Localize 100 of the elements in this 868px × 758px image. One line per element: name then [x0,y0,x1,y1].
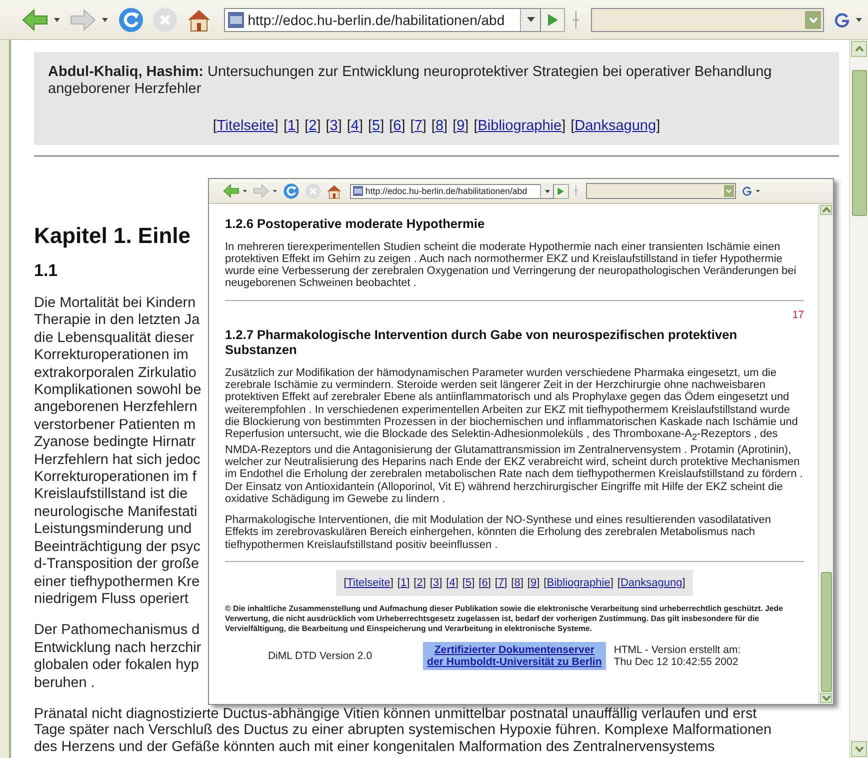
chevron-down-icon [726,189,732,193]
nav-link[interactable]: Titelseite [216,118,274,134]
caret-icon [526,17,535,22]
version-label: DiML DTD Version 2.0 [266,650,374,662]
nav-entry: [3] [430,577,442,590]
nav-entry: [6] [389,118,406,135]
text-line: niedrigem Fluss operiert [34,590,188,608]
history-dropdown[interactable] [520,8,540,30]
text-line: beruhen . [34,674,95,692]
scroll-down-button[interactable] [820,693,832,703]
nav-link[interactable]: 8 [514,577,520,590]
text-line: Tage später nach Verschluß des Ductus zu einer abrupten systemischen Hypoxie führen. Komplexe Malformationen [34,722,772,739]
scroll-up-button[interactable] [851,41,867,57]
dropdown-button[interactable] [805,10,822,28]
section-heading: 1.2.7 Pharmakologische Intervention durch Gabe von neurospezifischen protektiven Substanzen [225,326,738,358]
nav-entry: [3] [326,118,342,135]
chevron-icon [854,46,864,52]
reload-button[interactable] [283,182,300,200]
home-button[interactable] [186,8,212,32]
nav-link[interactable]: 5 [372,118,380,134]
scrollbar-thumb[interactable] [820,572,832,692]
section-heading: 1.1 [34,261,58,281]
reload-button[interactable] [118,6,144,32]
text-line: verstorbener Patienten m [34,416,196,434]
text-line: Leistungsminderung und [34,521,192,539]
nav-entry: [Bibliographie] [474,118,566,135]
nav-link[interactable]: 2 [308,118,317,134]
nav-entry: [Titelseite] [212,118,278,135]
forward-button[interactable] [70,8,96,30]
chevron-icon [822,695,830,701]
site-icon [352,186,363,196]
chevron-down-icon [808,16,818,22]
grip-icon[interactable] [572,10,579,28]
search-field[interactable] [590,8,824,32]
page-number: 17 [791,308,804,321]
scrollbar-thumb[interactable] [852,70,866,216]
caret-icon [544,190,550,193]
nav-link[interactable]: 2 [416,577,423,590]
search-engine-icon[interactable] [834,12,850,28]
caret-icon[interactable] [756,190,760,192]
caret-icon[interactable] [54,18,60,22]
paragraph: In mehreren tierexperimentellen Studien scheint die moderate Hypothermie nach einer transienten Ischämie einen protektiven Effekt im Gehirn zu zeigen . Auch nach normothermer EKZ und Kreislaufstillstand in tiefer Hypothermie wurde eine Verbesserung der zerebralen Oxygenation und Verringerung der neuropathologischen Veränderungen bei neugeborenen Schweinen beobachtet . [225,240,798,290]
nav-link[interactable]: 5 [465,577,472,590]
caret-icon[interactable] [102,18,108,22]
nav-link[interactable]: 4 [449,577,456,590]
creation-date: HTML - Version erstellt am: Thu Dec 12 10:42:55 2002 [614,644,741,668]
nav-link[interactable]: 3 [330,118,338,134]
nav-entry: [5] [462,577,475,590]
nav-entry: [9] [452,118,469,135]
text-line: Entwicklung nach herzchir [34,640,202,658]
text-line: d-Transposition der große [34,556,200,574]
nav-link[interactable]: 8 [435,118,444,134]
text-line: Korrekturoperationen im [34,347,188,365]
nav-entry: [2] [304,118,321,135]
dropdown-button[interactable] [724,185,734,197]
nav-link[interactable]: 4 [350,118,359,134]
history-dropdown[interactable] [540,184,554,198]
nav-link[interactable]: 9 [530,577,537,590]
nav-link[interactable]: Danksagung [574,118,656,134]
text-line: angeborenen Herzfehlern [34,399,198,417]
nav-link[interactable]: Danksagung [620,577,682,590]
back-button[interactable] [22,8,48,30]
server-link[interactable]: Zertifizierter Dokumentenserver der Humboldt-Universität zu Berlin [423,642,606,670]
play-icon [557,186,565,196]
scroll-down-button[interactable] [851,741,867,757]
home-button[interactable] [326,184,342,199]
nav-link[interactable]: Titelseite [346,577,390,590]
text-line: Korrekturoperationen im f [34,469,196,486]
text-line: Komplikationen sowohl be [34,382,202,400]
nav-link[interactable]: 7 [414,118,422,134]
chevron-icon [822,207,830,213]
search-engine-icon[interactable] [742,186,753,196]
back-button[interactable] [222,184,240,198]
nav-link[interactable]: Bibliographie [546,577,610,590]
play-icon [546,12,559,26]
caret-icon[interactable] [242,190,247,192]
caret-icon[interactable] [856,18,862,22]
address-field[interactable]: http://edoc.hu-berlin.de/habilitationen/abd [224,8,542,32]
nav-link[interactable]: 6 [393,118,402,134]
nav-link[interactable]: 1 [400,577,407,590]
text-line: neurologische Manifestati [34,504,198,522]
nav-link[interactable]: 1 [287,118,296,134]
search-field[interactable] [586,183,736,200]
nav-link[interactable]: Bibliographie [478,118,562,134]
nav-entry: [4] [346,118,363,135]
text-line: des Herzens und der Gefäße könnten auch mit einer kongenitalen Malformation des Zentralnervensystems [34,738,715,756]
nav-link[interactable]: 6 [482,577,488,590]
nav-link[interactable]: 9 [456,118,465,134]
address-field[interactable]: http://edoc.hu-berlin.de/habilitationen/abd [350,184,554,199]
text-line: Die Mortalität bei Kindern [34,295,196,312]
text-line: Herzfehlern hat sich jedoc [34,452,200,470]
text-line: einer tiefhypothermen Kre [34,574,200,591]
nav-link[interactable]: 7 [498,577,504,590]
nav-entry: [8] [431,118,448,135]
nav-link[interactable]: 3 [432,577,440,590]
caret-icon[interactable] [273,190,277,192]
site-icon [228,12,244,28]
text-line: die Lebensqualität dieser [34,330,194,348]
scroll-up-button[interactable] [820,205,832,215]
nav-entry: [2] [414,577,426,590]
